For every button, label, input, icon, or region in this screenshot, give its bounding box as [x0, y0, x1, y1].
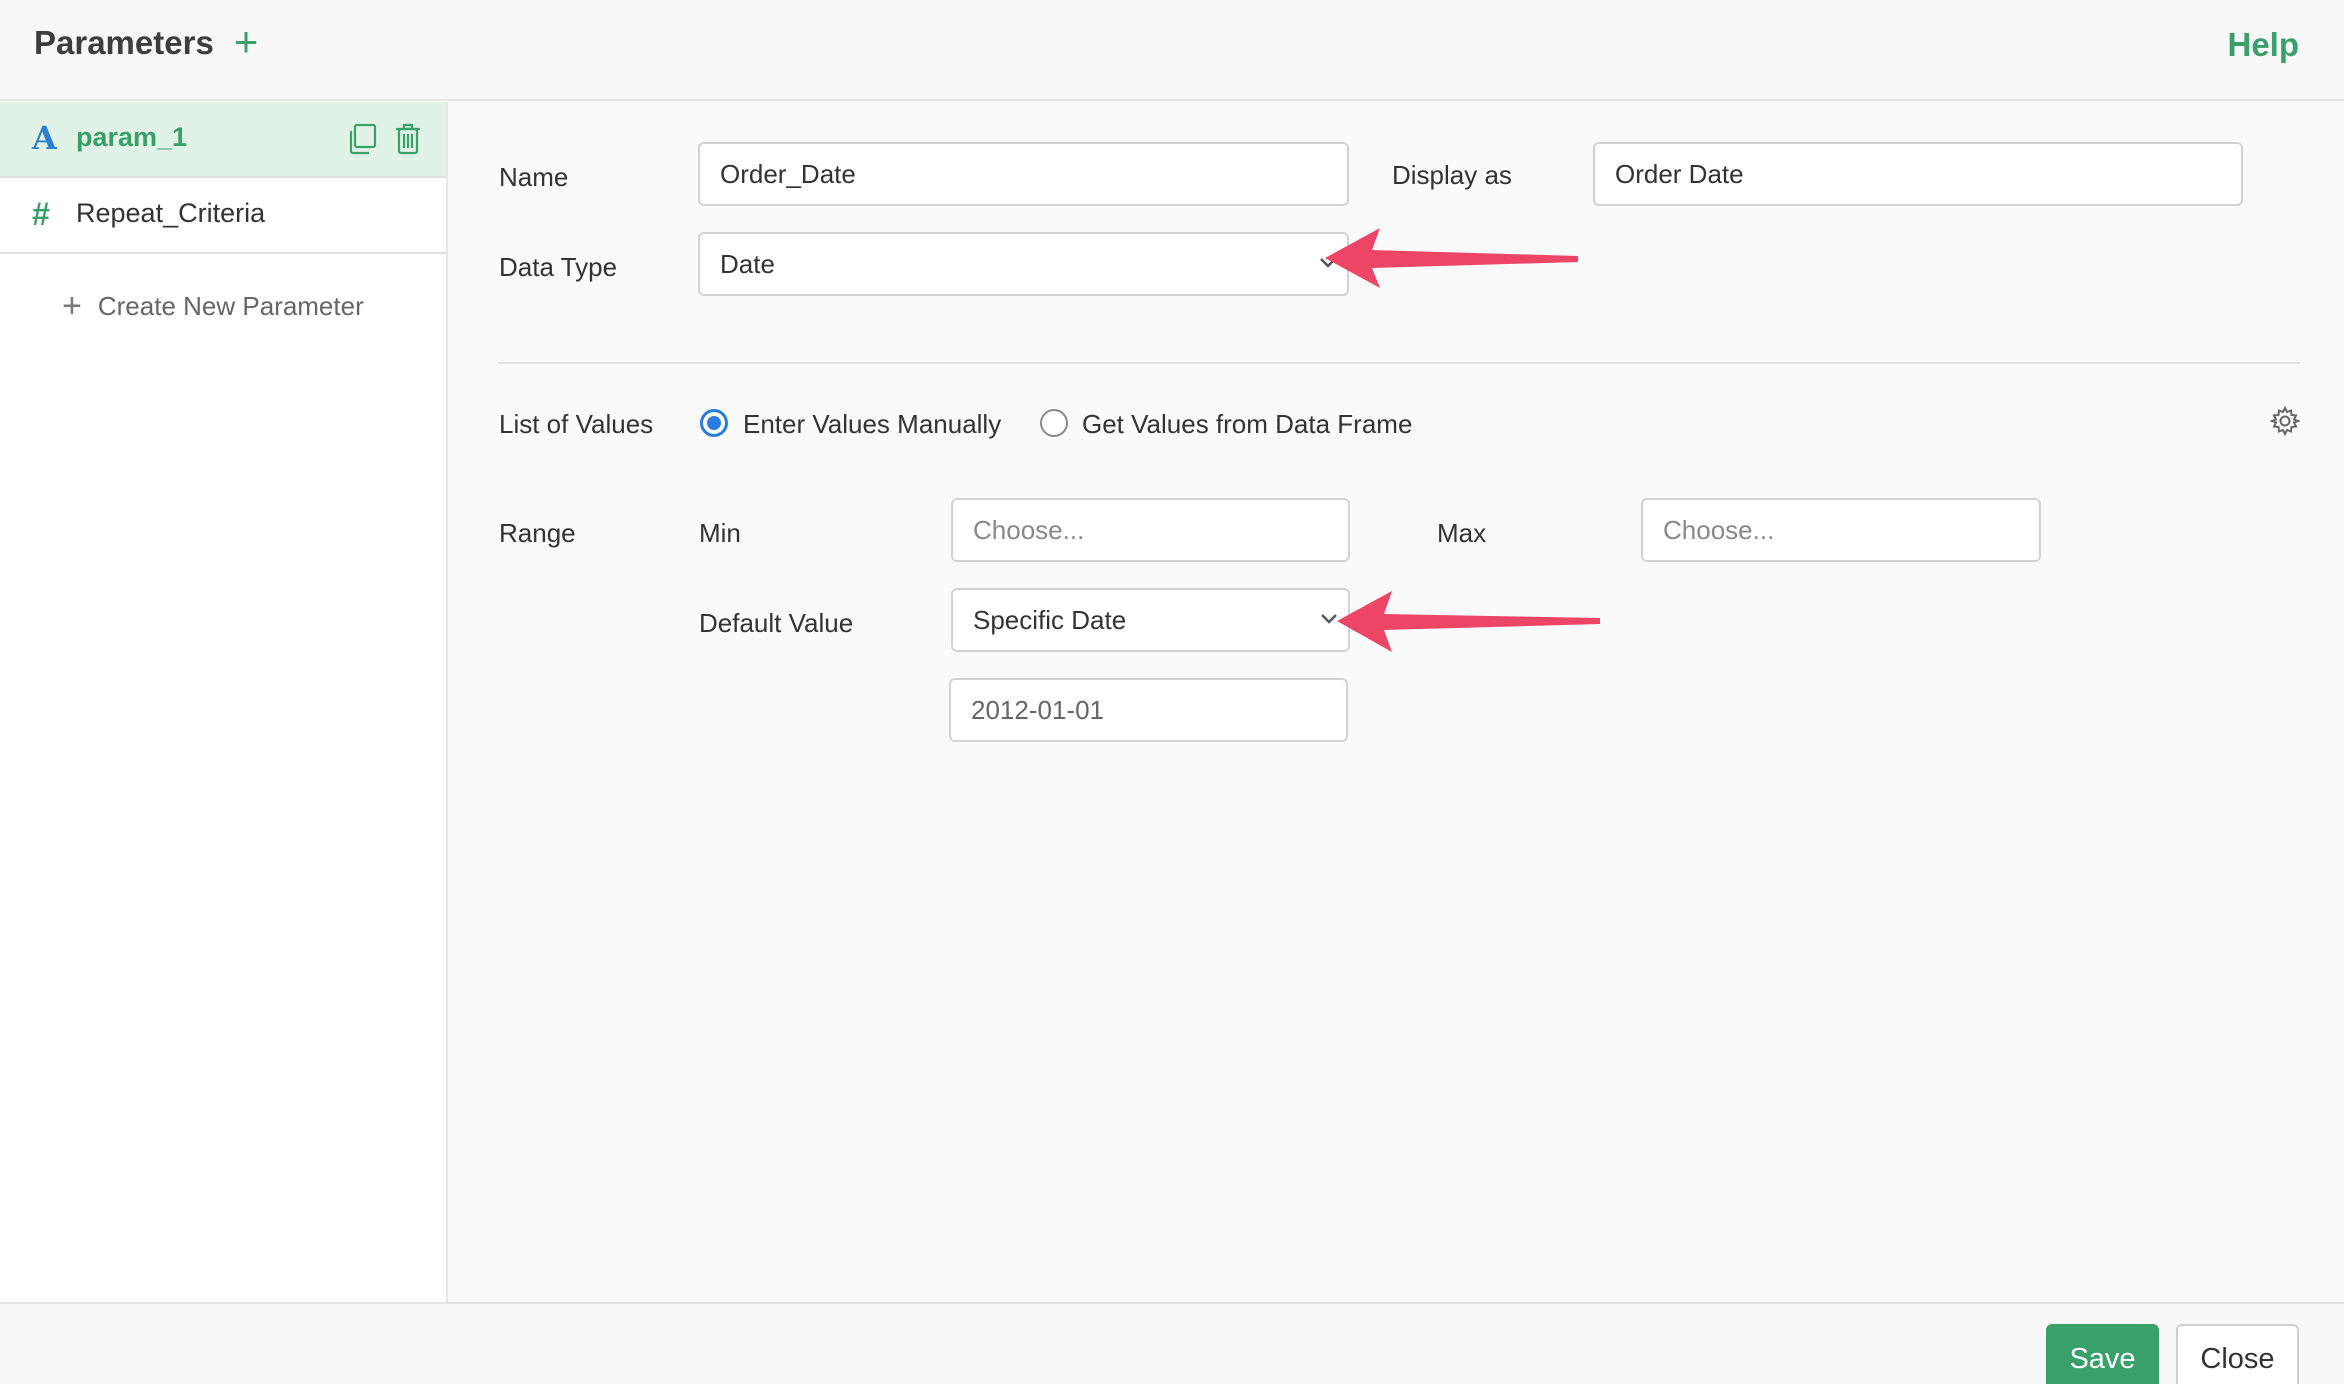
max-label: Max — [1437, 518, 1487, 548]
radio-enter-values-manually[interactable] — [700, 409, 728, 437]
default-value-type-value: Specific Date — [973, 605, 1127, 635]
footer-bar — [0, 1302, 2344, 1384]
sidebar-item-label: param_1 — [76, 122, 188, 152]
max-date-input[interactable] — [1641, 498, 2041, 562]
create-new-parameter-button[interactable]: + Create New Parameter — [62, 286, 364, 326]
text-type-icon: A — [32, 119, 57, 157]
range-label: Range — [499, 518, 576, 548]
display-as-input[interactable] — [1593, 142, 2243, 206]
default-value-type-select[interactable]: Specific Date — [951, 588, 1350, 652]
close-button[interactable]: Close — [2176, 1324, 2299, 1384]
default-date-input[interactable] — [949, 678, 1348, 742]
number-type-icon: # — [32, 196, 50, 232]
section-divider — [498, 362, 2300, 364]
duplicate-icon[interactable] — [346, 122, 378, 156]
plus-icon: + — [62, 287, 82, 325]
annotation-arrow-icon — [1325, 228, 1578, 288]
radio-get-values-from-data-frame[interactable] — [1040, 409, 1068, 437]
list-of-values-label: List of Values — [499, 409, 654, 439]
data-type-select[interactable]: Date — [698, 232, 1349, 296]
sidebar-item-label: Repeat_Criteria — [76, 198, 266, 228]
save-button[interactable]: Save — [2046, 1324, 2159, 1384]
name-input[interactable] — [698, 142, 1349, 206]
trash-icon[interactable] — [392, 122, 424, 156]
display-as-label: Display as — [1392, 160, 1512, 190]
sidebar-item-repeat-criteria[interactable]: # Repeat_Criteria — [0, 178, 446, 254]
name-label: Name — [499, 162, 569, 192]
data-type-label: Data Type — [499, 252, 618, 282]
gear-icon[interactable] — [2270, 406, 2300, 436]
min-date-input[interactable] — [951, 498, 1350, 562]
create-new-parameter-label: Create New Parameter — [97, 290, 364, 321]
radio-get-values-from-data-frame-label[interactable]: Get Values from Data Frame — [1082, 409, 1412, 440]
help-link[interactable]: Help — [2227, 26, 2299, 64]
header-bar: Parameters + Help — [0, 0, 2344, 101]
radio-enter-values-manually-label[interactable]: Enter Values Manually — [743, 409, 1001, 440]
data-type-value: Date — [720, 249, 775, 279]
parameter-sidebar: A param_1 # Repeat_Criteria + Create New… — [0, 102, 448, 1302]
annotation-arrow-icon — [1337, 591, 1600, 652]
default-value-label: Default Value — [699, 608, 854, 638]
min-label: Min — [699, 518, 741, 548]
sidebar-item-param-1[interactable]: A param_1 — [0, 102, 446, 178]
add-parameter-plus-icon[interactable]: + — [230, 21, 262, 63]
page-title: Parameters — [34, 24, 214, 61]
